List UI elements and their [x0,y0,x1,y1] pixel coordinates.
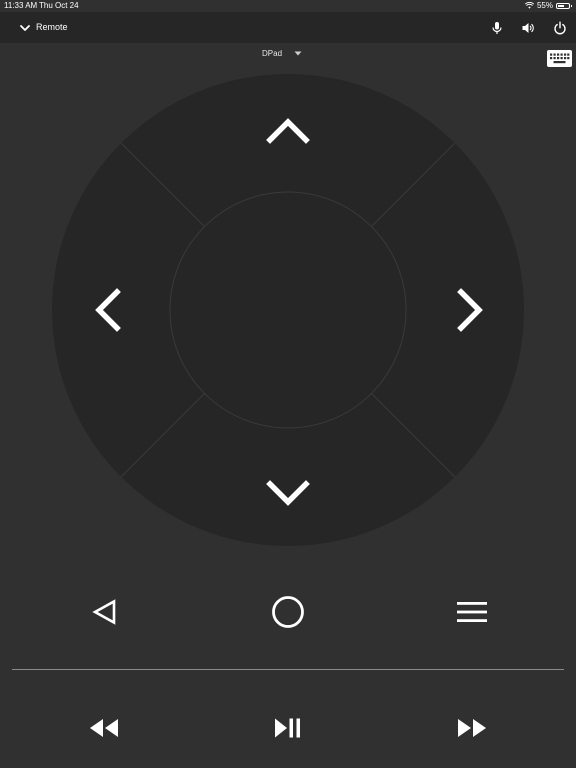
divider [12,669,564,670]
battery-percent: 55% [536,1,553,10]
battery-icon [556,2,572,9]
play-pause-icon [275,718,300,738]
back-button[interactable] [84,592,124,632]
microphone-button[interactable] [487,18,507,38]
status-bar: 11:33 AM Thu Oct 24 55% [0,0,576,12]
mode-dropdown-label: DPad [262,49,283,58]
rewind-button[interactable] [84,708,124,748]
status-time: 11:33 AM [4,1,38,10]
home-button[interactable] [268,592,308,632]
back-triangle-icon [92,599,116,625]
power-icon [554,21,566,35]
fast-forward-icon [458,719,486,737]
collapse-button[interactable] [16,19,34,37]
volume-button[interactable] [518,18,538,38]
dpad [52,74,524,546]
volume-icon [522,23,534,33]
status-date: Thu Oct 24 [39,1,79,10]
home-circle-icon [272,596,304,628]
keyboard-button[interactable] [547,50,572,67]
menu-icon [457,602,487,622]
chevron-down-icon [20,25,30,31]
menu-button[interactable] [452,592,492,632]
status-right: 55% [524,1,572,10]
app-bar: Remote [0,12,576,43]
dpad-center-select[interactable] [169,191,407,429]
play-pause-button[interactable] [268,708,308,748]
power-button[interactable] [550,18,570,38]
rewind-icon [90,719,118,737]
app-title: Remote [36,22,68,32]
fast-forward-button[interactable] [452,708,492,748]
mode-dropdown[interactable]: DPad [262,49,302,58]
keyboard-icon [550,53,570,64]
microphone-icon [492,22,502,34]
wifi-icon [524,2,534,9]
dropdown-triangle-icon [294,51,302,56]
